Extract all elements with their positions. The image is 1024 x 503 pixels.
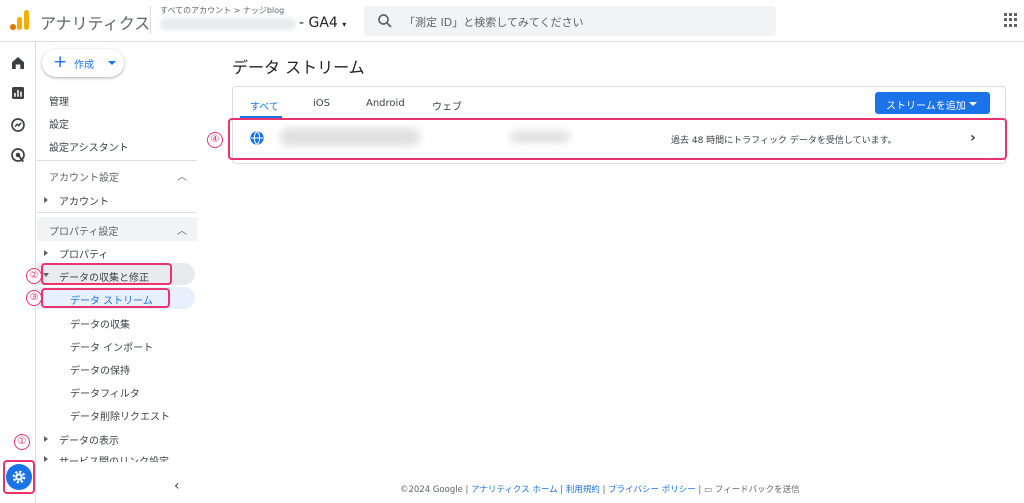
footer-terms-link[interactable]: 利用規約 bbox=[566, 485, 600, 495]
home-icon[interactable] bbox=[9, 54, 27, 72]
annotation-marker-3: ③ bbox=[26, 290, 42, 306]
tab-android[interactable]: Android bbox=[366, 98, 405, 109]
add-stream-label: ストリームを追加 bbox=[886, 101, 966, 112]
nav-data-display[interactable]: データの表示 bbox=[59, 432, 119, 447]
redacted-property-name bbox=[160, 18, 296, 30]
annotation-box-1 bbox=[3, 460, 35, 494]
footer-feedback-link[interactable]: フィードバックを送信 bbox=[715, 485, 800, 495]
app-title[interactable]: アナリティクス bbox=[40, 10, 150, 34]
annotation-marker-2: ② bbox=[26, 268, 42, 284]
page-title: データ ストリーム bbox=[232, 58, 365, 77]
chevron-up-icon: ︿ bbox=[177, 172, 187, 183]
nav-data-deletion-requests[interactable]: データ削除リクエスト bbox=[70, 408, 170, 423]
header-divider bbox=[150, 6, 151, 34]
chevron-up-icon: ︿ bbox=[177, 226, 187, 237]
chevron-down-icon: ▾ bbox=[342, 20, 347, 29]
footer-separator: | bbox=[695, 485, 704, 495]
plus-icon: + bbox=[53, 52, 68, 72]
search-icon bbox=[378, 14, 392, 28]
annotation-box-4 bbox=[228, 118, 1007, 160]
annotation-marker-4: ④ bbox=[207, 132, 223, 148]
divider bbox=[37, 212, 197, 213]
chevron-down-icon bbox=[108, 61, 116, 65]
nav-clip: サービス間のリンク設定 bbox=[37, 452, 197, 462]
account-settings-title: アカウント設定 bbox=[49, 173, 119, 184]
expand-arrow-icon bbox=[44, 250, 48, 256]
analytics-logo-icon[interactable] bbox=[10, 10, 30, 30]
apps-grid-icon[interactable] bbox=[1004, 13, 1018, 27]
chevron-down-icon bbox=[969, 102, 977, 106]
search-placeholder: 「測定 ID」と検索してみてください bbox=[404, 16, 584, 29]
divider bbox=[37, 160, 197, 161]
advertising-icon[interactable] bbox=[9, 146, 27, 164]
nav-property[interactable]: プロパティ bbox=[59, 246, 108, 261]
footer-separator: | bbox=[599, 485, 609, 495]
add-stream-button[interactable]: ストリームを追加 bbox=[875, 92, 990, 114]
property-settings-header[interactable]: プロパティ設定 ︿ bbox=[37, 217, 197, 241]
annotation-box-2 bbox=[41, 263, 172, 285]
feedback-icon: ▭ bbox=[704, 485, 715, 495]
property-name: - GA4 bbox=[299, 15, 338, 31]
tab-ios[interactable]: iOS bbox=[313, 98, 330, 109]
expand-arrow-icon bbox=[44, 456, 48, 462]
nav-data-retention[interactable]: データの保持 bbox=[70, 362, 130, 377]
nav-data-filters[interactable]: データフィルタ bbox=[70, 385, 140, 400]
account-settings-header[interactable]: アカウント設定 ︿ bbox=[37, 163, 197, 187]
nav-setup-assistant[interactable]: 設定アシスタント bbox=[49, 139, 129, 154]
explore-icon[interactable] bbox=[9, 116, 27, 134]
top-bar: アナリティクス すべてのアカウント > ナッジblog - GA4 ▾ 「測定 … bbox=[0, 0, 1024, 42]
breadcrumb[interactable]: すべてのアカウント > ナッジblog bbox=[160, 5, 284, 16]
nav-admin[interactable]: 管理 bbox=[49, 93, 69, 108]
expand-arrow-icon bbox=[44, 197, 48, 203]
create-button[interactable]: + 作成 bbox=[42, 49, 124, 77]
footer-privacy-link[interactable]: プライバシー ポリシー bbox=[608, 485, 696, 495]
nav-settings[interactable]: 設定 bbox=[49, 116, 69, 131]
collapse-sidebar-icon[interactable]: ‹ bbox=[174, 478, 180, 494]
annotation-marker-1: ① bbox=[14, 434, 30, 450]
tab-web[interactable]: ウェブ bbox=[432, 98, 462, 113]
nav-account[interactable]: アカウント bbox=[59, 193, 109, 208]
footer: ©2024 Google | アナリティクス ホーム | 利用規約 | プライバ… bbox=[400, 483, 800, 495]
create-label: 作成 bbox=[74, 60, 94, 71]
tab-all[interactable]: すべて bbox=[250, 98, 279, 113]
reports-icon[interactable] bbox=[9, 84, 27, 102]
property-settings-title: プロパティ設定 bbox=[49, 227, 119, 238]
footer-copyright: ©2024 Google | bbox=[400, 485, 472, 495]
expand-arrow-icon bbox=[44, 436, 48, 442]
search-input[interactable]: 「測定 ID」と検索してみてください bbox=[364, 6, 776, 36]
nav-service-links[interactable]: サービス間のリンク設定 bbox=[59, 453, 169, 462]
nav-data-import[interactable]: データ インポート bbox=[70, 339, 153, 354]
annotation-box-3 bbox=[41, 288, 170, 308]
footer-analytics-home-link[interactable]: アナリティクス ホーム bbox=[471, 485, 558, 495]
property-selector[interactable]: - GA4 ▾ bbox=[299, 15, 346, 31]
nav-data-collection[interactable]: データの収集 bbox=[70, 316, 130, 331]
footer-separator: | bbox=[557, 485, 566, 495]
